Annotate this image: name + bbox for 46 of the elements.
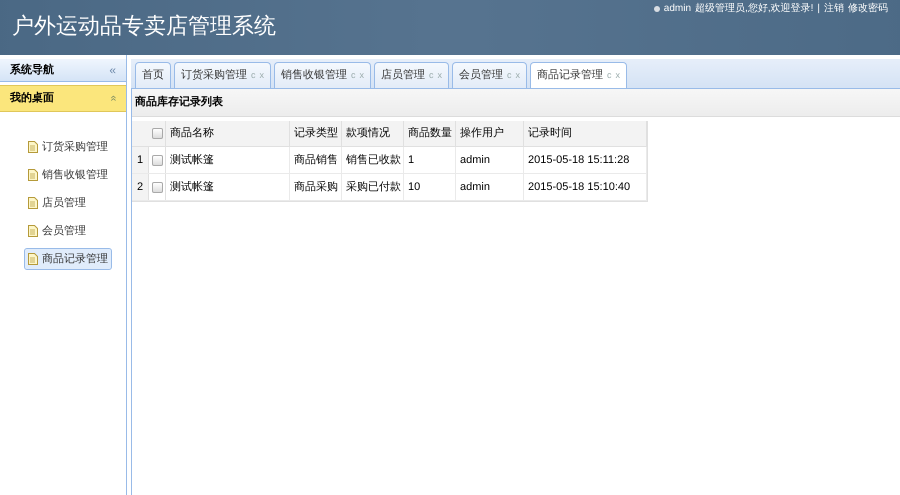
sidebar-item[interactable]: 商品记录管理: [24, 248, 112, 270]
document-icon: [28, 197, 38, 209]
table-cell: 商品销售: [290, 147, 342, 173]
table-cell: 1: [404, 147, 456, 173]
row-number: 2: [132, 174, 149, 200]
table-cell: admin: [456, 147, 524, 173]
header-link[interactable]: 修改密码: [848, 1, 888, 16]
checkbox[interactable]: [152, 182, 162, 192]
table-row[interactable]: 2 测试帐篷 商品采购 采购已付款 10 admin 2015-05-18 15:10:40: [132, 174, 647, 201]
section-header[interactable]: 我的桌面 «: [0, 85, 126, 112]
section-title: 我的桌面: [10, 90, 54, 106]
column-header[interactable]: 记录类型: [290, 121, 342, 146]
table-cell: 2015-05-18 15:10:40: [524, 174, 647, 200]
header-link[interactable]: 注销: [824, 1, 844, 16]
table-cell: 销售已收款: [342, 147, 404, 173]
sidebar-item[interactable]: 店员管理: [24, 192, 90, 214]
panel-title: 商品库存记录列表: [135, 94, 223, 110]
table-row[interactable]: 1 测试帐篷 商品销售 销售已收款 1 admin 2015-05-18 15:11:28: [132, 147, 647, 174]
document-icon: [28, 253, 38, 265]
sidebar-item[interactable]: 销售收银管理: [24, 164, 112, 186]
table-cell: 商品采购: [290, 174, 342, 200]
user-name: admin: [664, 2, 692, 16]
column-header[interactable]: 商品名称: [166, 121, 290, 146]
separator-text: |: [817, 2, 820, 16]
table-cell: admin: [456, 174, 524, 200]
document-icon: [28, 169, 38, 181]
column-header[interactable]: 操作用户: [456, 121, 524, 146]
table-cell: 测试帐篷: [166, 174, 290, 200]
column-header[interactable]: 款项情况: [342, 121, 404, 146]
column-header[interactable]: 商品数量: [404, 121, 456, 146]
checkbox[interactable]: [152, 128, 162, 139]
sidebar-title: 系统导航: [10, 62, 54, 78]
app-title: 户外运动品专卖店管理系统: [12, 13, 276, 41]
table-cell: 10: [404, 174, 456, 200]
tab[interactable]: 首页: [135, 62, 171, 88]
table-cell: 2015-05-18 15:11:28: [524, 147, 647, 173]
document-icon: [28, 141, 38, 153]
document-icon: [28, 225, 38, 237]
greeting-text: 超级管理员,您好,欢迎登录!: [695, 2, 814, 16]
column-header[interactable]: 记录时间: [524, 121, 647, 146]
sidebar-item[interactable]: 会员管理: [24, 220, 90, 242]
checkbox[interactable]: [152, 154, 162, 166]
table-cell: 采购已付款: [342, 174, 404, 200]
sidebar-item[interactable]: 订货采购管理: [24, 136, 112, 158]
table-cell: 测试帐篷: [166, 147, 290, 173]
row-number: 1: [132, 147, 149, 173]
